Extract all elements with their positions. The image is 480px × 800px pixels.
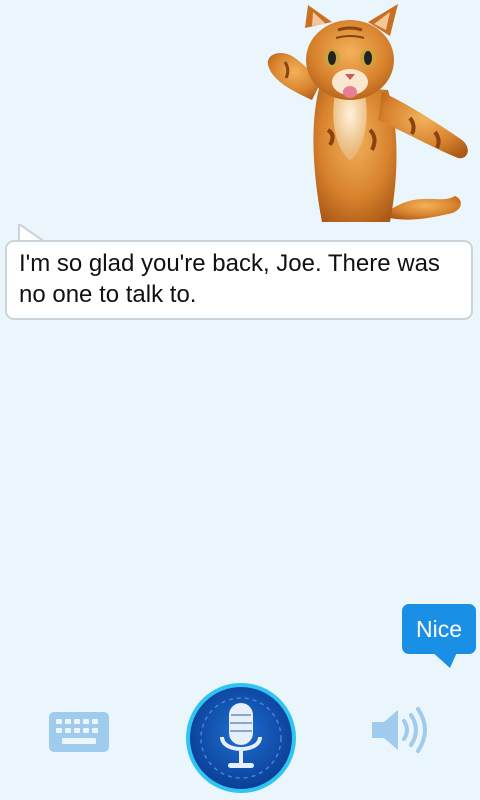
keyboard-button[interactable] bbox=[48, 708, 110, 756]
keyboard-icon bbox=[49, 712, 109, 752]
bot-message-bubble: I'm so glad you're back, Joe. There was … bbox=[5, 240, 473, 320]
bot-message-text: I'm so glad you're back, Joe. There was … bbox=[19, 250, 440, 308]
speaker-icon bbox=[372, 707, 427, 753]
speaker-button[interactable] bbox=[368, 705, 430, 755]
user-message-bubble: Nice bbox=[402, 604, 476, 654]
cat-avatar bbox=[267, 4, 468, 222]
microphone-icon bbox=[186, 683, 296, 793]
user-bubble-tail bbox=[430, 650, 458, 668]
microphone-button[interactable] bbox=[184, 681, 298, 795]
user-message-text: Nice bbox=[415, 616, 462, 642]
